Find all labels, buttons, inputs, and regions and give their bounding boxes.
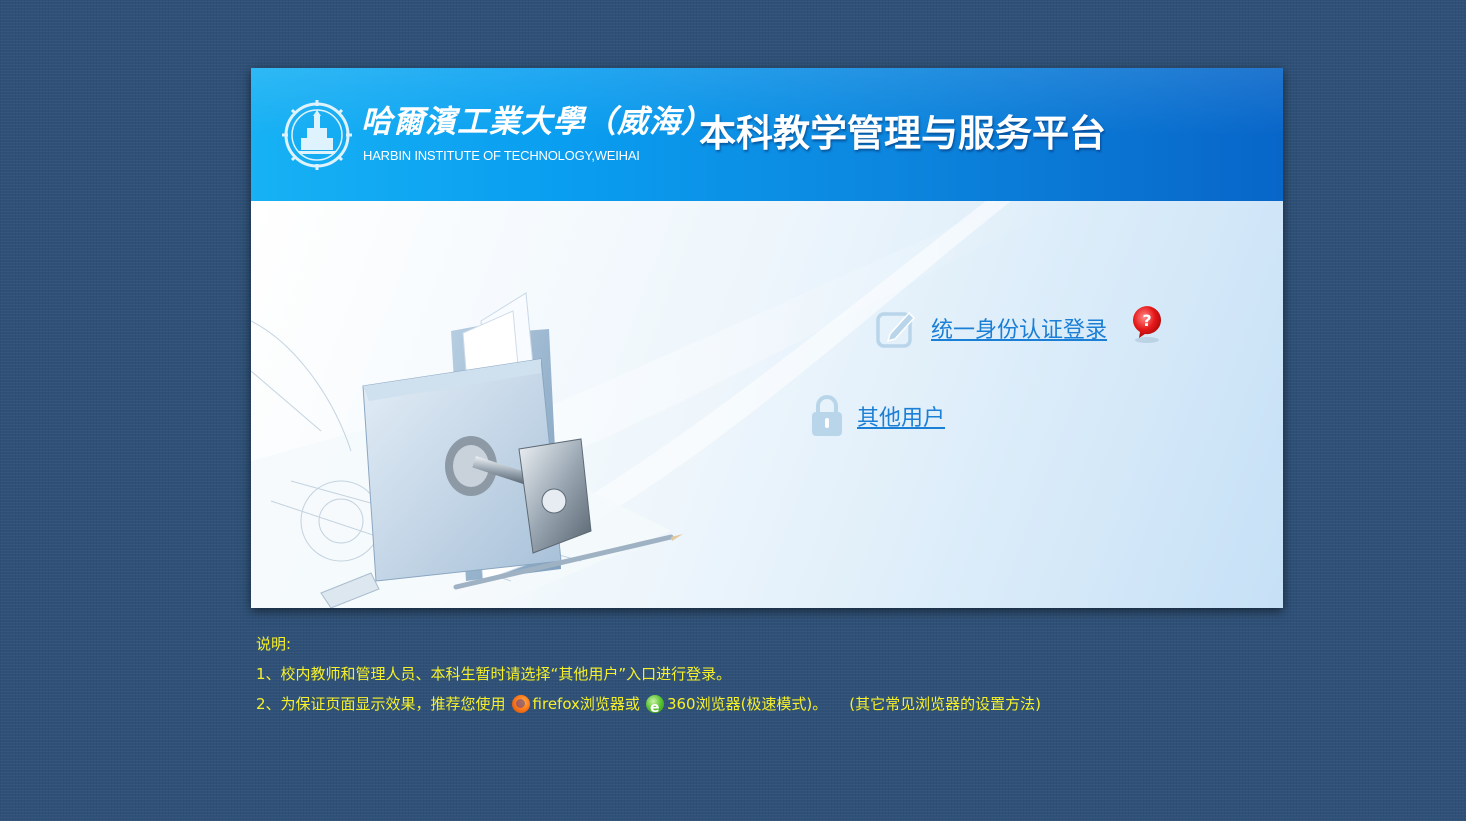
platform-title: 本科教学管理与服务平台 [699, 111, 1106, 155]
firefox-icon [511, 695, 530, 713]
header-banner: 哈爾濱工業大學（威海） HARBIN INSTITUTE OF TECHNOLO… [251, 68, 1283, 201]
school-name-en: HARBIN INSTITUTE OF TECHNOLOGY,WEIHAI [363, 148, 640, 163]
browser-settings-link[interactable]: (其它常见浏览器的设置方法) [849, 689, 1041, 719]
browser-360-link[interactable]: 360浏览器(极速模式)。 [667, 689, 827, 719]
folder-key-illustration [251, 201, 1071, 608]
login-content: 统一身份认证登录 ? 其他用户 [251, 201, 1283, 608]
notes-section: 说明: 1、校内教师和管理人员、本科生暂时请选择“其他用户”入口进行登录。 2、… [256, 629, 1041, 723]
other-user-login-row: 其他用户 [809, 394, 945, 438]
other-user-login-link[interactable]: 其他用户 [857, 400, 945, 432]
svg-text:?: ? [1142, 311, 1151, 330]
school-name-cn: 哈爾濱工業大學（威海） [361, 104, 713, 140]
sso-login-link[interactable]: 统一身份认证登录 [931, 312, 1107, 344]
sso-login-row: 统一身份认证登录 ? [875, 304, 1165, 349]
firefox-link[interactable]: firefox浏览器或 [533, 689, 640, 719]
browser-360-icon [645, 693, 664, 723]
question-bubble-icon[interactable]: ? [1129, 304, 1165, 344]
login-panel: 哈爾濱工業大學（威海） HARBIN INSTITUTE OF TECHNOLO… [251, 68, 1283, 608]
notes-line-2: 2、为保证页面显示效果，推荐您使用 firefox浏览器或 360浏览器(极速模… [256, 689, 1041, 723]
notes-line-1: 1、校内教师和管理人员、本科生暂时请选择“其他用户”入口进行登录。 [256, 665, 732, 683]
notes-heading: 说明: [256, 635, 292, 653]
notes-line-2-prefix: 2、为保证页面显示效果，推荐您使用 [256, 695, 506, 713]
university-emblem-icon [282, 100, 352, 170]
lock-icon [812, 395, 842, 436]
edit-icon [876, 311, 916, 348]
